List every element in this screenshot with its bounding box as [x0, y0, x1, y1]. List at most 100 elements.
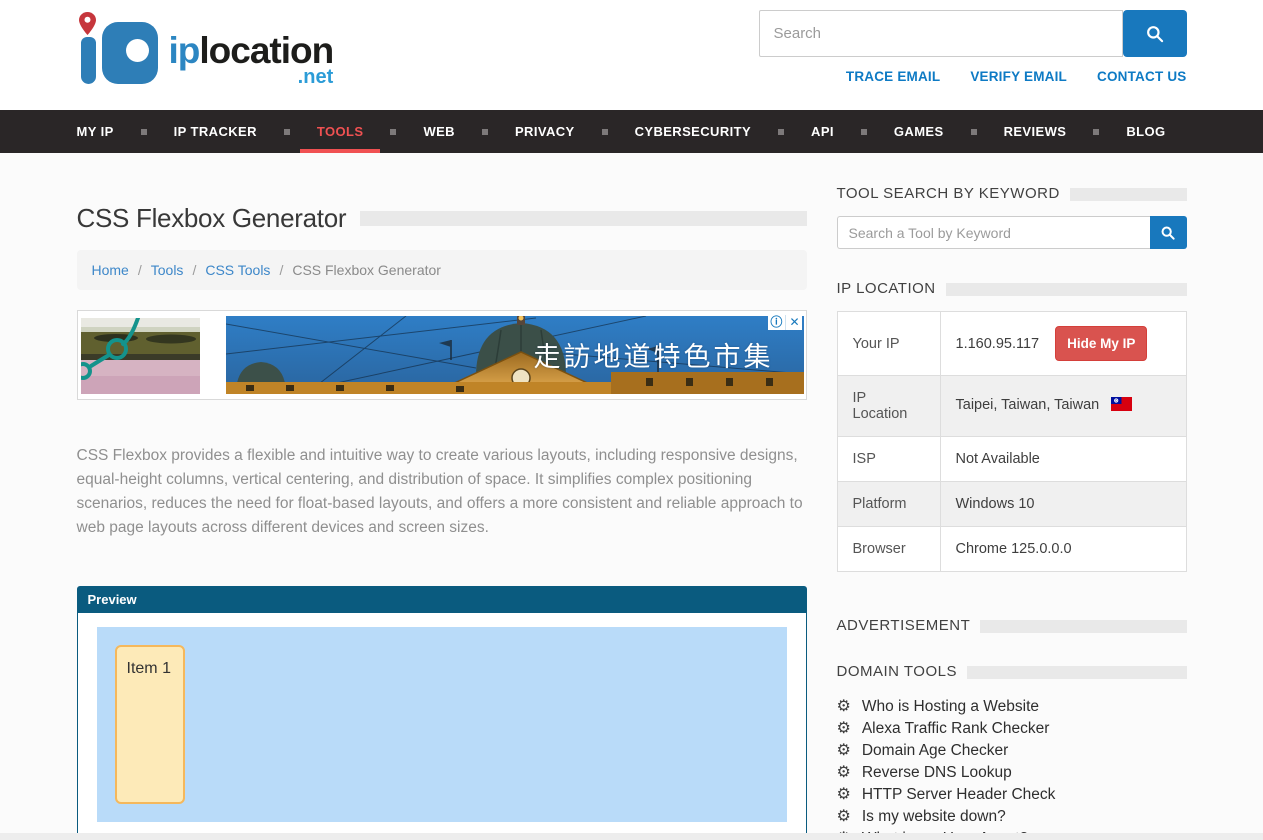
ip-table-row: IP Location Taipei, Taiwan, Taiwan: [837, 376, 1186, 437]
heading-decor-bar: [980, 620, 1186, 633]
header-links: TRACE EMAIL VERIFY EMAIL CONTACT US: [759, 69, 1187, 84]
breadcrumb-item[interactable]: Tools: [151, 262, 206, 278]
nav-item-label: WEB: [423, 110, 455, 153]
header-link[interactable]: CONTACT US: [1097, 69, 1187, 84]
nav-item-label: MY IP: [77, 110, 114, 153]
ip-row-value: Taipei, Taiwan, Taiwan: [956, 397, 1100, 413]
ip-table-row: ISP Not Available: [837, 437, 1186, 482]
search-icon: [1160, 225, 1176, 241]
nav-item[interactable]: CYBERSECURITY: [635, 110, 811, 153]
domain-tools-heading: DOMAIN TOOLS: [837, 663, 1187, 681]
map-pin-icon: [79, 12, 96, 35]
sidebar: TOOL SEARCH BY KEYWORD IP LOCATION Your …: [837, 185, 1187, 840]
ip-location-heading: IP LOCATION: [837, 280, 1187, 298]
nav-item[interactable]: PRIVACY: [515, 110, 635, 153]
taiwan-flag-icon: [1111, 397, 1132, 415]
breadcrumb-item[interactable]: Home: [92, 262, 151, 278]
nav-item-label: TOOLS: [317, 110, 364, 153]
advertisement-banner[interactable]: 走訪地道特色市集 ⓘ ✕: [77, 310, 807, 400]
logo-text-ip: ip: [169, 30, 200, 71]
gear-icon: ⚙: [837, 786, 851, 803]
logo-monogram: [77, 12, 169, 84]
nav-item[interactable]: IP TRACKER: [174, 110, 317, 153]
tool-search-input[interactable]: [837, 216, 1150, 249]
domain-tool-link[interactable]: ⚙ Is my website down?: [837, 805, 1187, 827]
nav-item-label: BLOG: [1126, 110, 1165, 153]
domain-tool-link[interactable]: ⚙ Reverse DNS Lookup: [837, 761, 1187, 783]
page-section-divider: [0, 833, 1263, 840]
adchoices-chip: ⓘ ✕: [768, 315, 801, 330]
ip-row-value: 1.160.95.117: [956, 336, 1040, 352]
ip-location-heading-label: IP LOCATION: [837, 280, 936, 298]
site-header: iplocation .net TRACE EMAIL VERIFY EMAIL C…: [0, 0, 1263, 110]
advertisement-heading: ADVERTISEMENT: [837, 617, 1187, 635]
ad-overlay-text: 走訪地道特色市集: [534, 335, 774, 374]
breadcrumb-item: CSS Flexbox Generator: [292, 262, 441, 278]
heading-decor-bar: [1070, 188, 1187, 201]
nav-item[interactable]: TOOLS: [317, 110, 424, 153]
site-search-input[interactable]: [759, 10, 1123, 57]
ip-table-row: Your IP 1.160.95.117 Hide My IP: [837, 312, 1186, 376]
tool-search-heading: TOOL SEARCH BY KEYWORD: [837, 185, 1187, 203]
tool-search-heading-label: TOOL SEARCH BY KEYWORD: [837, 185, 1060, 203]
breadcrumb-item[interactable]: CSS Tools: [205, 262, 292, 278]
gear-icon: ⚙: [837, 742, 851, 759]
nav-item-label: REVIEWS: [1004, 110, 1067, 153]
gear-icon: ⚙: [837, 808, 851, 825]
domain-tool-link[interactable]: ⚙ HTTP Server Header Check: [837, 783, 1187, 805]
nav-item-label: GAMES: [894, 110, 944, 153]
logo-i-shape: [81, 37, 96, 84]
ip-row-value: Windows 10: [956, 496, 1035, 512]
ip-row-value: Not Available: [956, 451, 1040, 467]
domain-tool-label: Domain Age Checker: [862, 742, 1008, 759]
domain-tool-label: Who is Hosting a Website: [862, 698, 1039, 715]
nav-item[interactable]: API: [811, 110, 894, 153]
hide-my-ip-button[interactable]: Hide My IP: [1055, 326, 1147, 361]
nav-item[interactable]: BLOG: [1126, 110, 1165, 153]
nav-item-label: CYBERSECURITY: [635, 110, 751, 153]
ad-image-landscape[interactable]: [81, 318, 200, 394]
nav-item[interactable]: GAMES: [894, 110, 1004, 153]
domain-tool-link[interactable]: ⚙ Who is Hosting a Website: [837, 695, 1187, 717]
header-link[interactable]: TRACE EMAIL: [846, 69, 940, 84]
domain-tool-label: Alexa Traffic Rank Checker: [862, 720, 1050, 737]
ip-row-label: ISP: [837, 437, 940, 482]
ip-row-value: Chrome 125.0.0.0: [956, 541, 1072, 557]
breadcrumb: Home Tools CSS Tools CSS Flexbox Generat…: [77, 250, 807, 290]
site-search-button[interactable]: [1123, 10, 1187, 57]
logo-text-location: location: [199, 30, 333, 71]
title-decor-bar: [360, 211, 806, 226]
nav-item[interactable]: MY IP: [77, 110, 174, 153]
nav-item[interactable]: REVIEWS: [1004, 110, 1127, 153]
gear-icon: ⚙: [837, 720, 851, 737]
ip-row-label: Browser: [837, 527, 940, 572]
domain-tool-label: HTTP Server Header Check: [862, 786, 1056, 803]
header-link[interactable]: VERIFY EMAIL: [970, 69, 1067, 84]
gear-icon: ⚙: [837, 764, 851, 781]
nav-item-label: PRIVACY: [515, 110, 575, 153]
gear-icon: ⚙: [837, 698, 851, 715]
preview-panel-body: Item 1: [78, 613, 806, 837]
ad-info-icon[interactable]: ⓘ: [770, 315, 782, 330]
ip-row-label: Platform: [837, 482, 940, 527]
tool-search-button[interactable]: [1150, 216, 1187, 249]
ip-table-row: Browser Chrome 125.0.0.0: [837, 527, 1186, 572]
ip-location-table: Your IP 1.160.95.117 Hide My IP IP Locat…: [837, 311, 1187, 572]
domain-tool-link[interactable]: ⚙ Alexa Traffic Rank Checker: [837, 717, 1187, 739]
nav-item[interactable]: WEB: [423, 110, 515, 153]
logo-wordmark: iplocation .net: [169, 12, 334, 86]
preview-panel: Preview Item 1: [77, 586, 807, 838]
domain-tools-heading-label: DOMAIN TOOLS: [837, 663, 957, 681]
heading-decor-bar: [967, 666, 1187, 679]
flexbox-preview-container: Item 1: [97, 627, 787, 822]
heading-decor-bar: [946, 283, 1187, 296]
nav-item-label: IP TRACKER: [174, 110, 257, 153]
ip-table-row: Platform Windows 10: [837, 482, 1186, 527]
ad-close-icon[interactable]: ✕: [785, 315, 799, 330]
domain-tool-label: Reverse DNS Lookup: [862, 764, 1012, 781]
flexbox-preview-item: Item 1: [115, 645, 185, 804]
ip-row-label: IP Location: [837, 376, 940, 437]
domain-tool-label: Is my website down?: [862, 808, 1006, 825]
site-logo[interactable]: iplocation .net: [77, 0, 334, 86]
domain-tool-link[interactable]: ⚙ Domain Age Checker: [837, 739, 1187, 761]
